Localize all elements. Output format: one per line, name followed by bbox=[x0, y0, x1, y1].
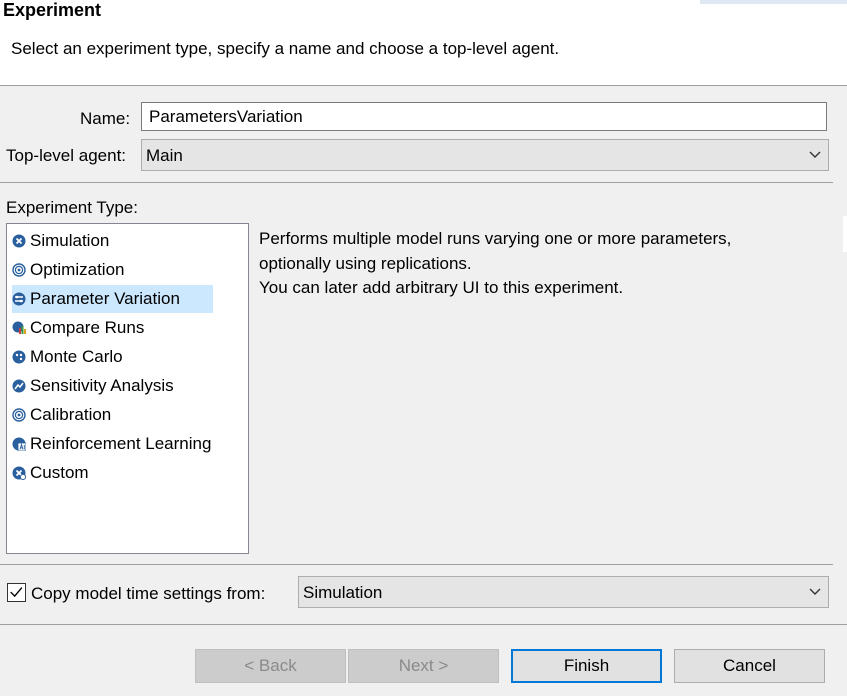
cancel-button[interactable]: Cancel bbox=[674, 649, 825, 683]
simulation-icon bbox=[12, 234, 26, 248]
list-item-sensitivity-analysis[interactable]: Sensitivity Analysis bbox=[12, 372, 180, 400]
description-line: Performs multiple model runs varying one… bbox=[259, 229, 732, 248]
compare-runs-icon bbox=[12, 321, 26, 334]
list-item-parameter-variation[interactable]: Parameter Variation bbox=[12, 285, 213, 313]
list-item-label: Compare Runs bbox=[30, 318, 145, 337]
reinforcement-learning-icon bbox=[12, 437, 26, 451]
list-item-calibration[interactable]: Calibration bbox=[12, 401, 117, 429]
checkmark-icon bbox=[10, 587, 23, 598]
list-item-reinforcement-learning[interactable]: Reinforcement Learning bbox=[12, 430, 217, 458]
next-button[interactable]: Next > bbox=[348, 649, 499, 683]
list-item-label: Sensitivity Analysis bbox=[30, 376, 174, 395]
parameter-variation-icon bbox=[12, 292, 26, 306]
list-item-label: Simulation bbox=[30, 231, 110, 250]
list-item-compare-runs[interactable]: Compare Runs bbox=[12, 314, 150, 342]
right-edge-artifact bbox=[843, 216, 847, 252]
time-settings-source-value: Simulation bbox=[303, 583, 383, 602]
description-line: optionally using replications. bbox=[259, 253, 472, 273]
copy-time-settings-label: Copy model time settings from: bbox=[31, 584, 266, 603]
copy-time-settings-checkbox[interactable] bbox=[7, 583, 26, 602]
custom-icon bbox=[12, 466, 26, 480]
top-level-agent-label: Top-level agent: bbox=[6, 146, 127, 165]
wizard-header: Experiment Select an experiment type, sp… bbox=[0, 0, 847, 86]
list-item-label: Monte Carlo bbox=[30, 347, 123, 366]
list-item-custom[interactable]: Custom bbox=[12, 459, 95, 487]
divider bbox=[0, 564, 833, 565]
list-item-label: Optimization bbox=[30, 260, 125, 279]
list-item-label: Parameter Variation bbox=[30, 289, 180, 308]
divider bbox=[0, 624, 847, 625]
back-button[interactable]: < Back bbox=[195, 649, 346, 683]
name-label: Name: bbox=[80, 109, 131, 128]
list-item-label: Custom bbox=[30, 463, 89, 482]
experiment-type-list[interactable]: Simulation Optimization Parameter Variat… bbox=[6, 223, 249, 554]
experiment-description: Performs multiple model runs varying one… bbox=[259, 227, 819, 301]
top-level-agent-select[interactable]: Main bbox=[141, 139, 829, 171]
experiment-type-label: Experiment Type: bbox=[6, 198, 138, 217]
header-accent-strip bbox=[700, 0, 847, 4]
chevron-down-icon bbox=[809, 151, 821, 158]
sensitivity-analysis-icon bbox=[12, 379, 26, 393]
list-item-monte-carlo[interactable]: Monte Carlo bbox=[12, 343, 129, 371]
list-item-optimization[interactable]: Optimization bbox=[12, 256, 130, 284]
page-description: Select an experiment type, specify a nam… bbox=[11, 39, 560, 58]
top-level-agent-value: Main bbox=[146, 146, 183, 165]
time-settings-source-select[interactable]: Simulation bbox=[298, 576, 829, 608]
page-title: Experiment bbox=[3, 0, 102, 20]
divider bbox=[0, 182, 833, 183]
monte-carlo-icon bbox=[12, 350, 26, 364]
calibration-icon bbox=[12, 408, 26, 422]
list-item-label: Reinforcement Learning bbox=[30, 434, 212, 453]
finish-button[interactable]: Finish bbox=[511, 649, 662, 683]
list-item-simulation[interactable]: Simulation bbox=[12, 227, 115, 255]
chevron-down-icon bbox=[809, 588, 821, 595]
name-input[interactable] bbox=[141, 102, 827, 131]
optimization-icon bbox=[12, 263, 26, 277]
list-item-label: Calibration bbox=[30, 405, 112, 424]
description-line: You can later add arbitrary UI to this e… bbox=[259, 278, 624, 297]
